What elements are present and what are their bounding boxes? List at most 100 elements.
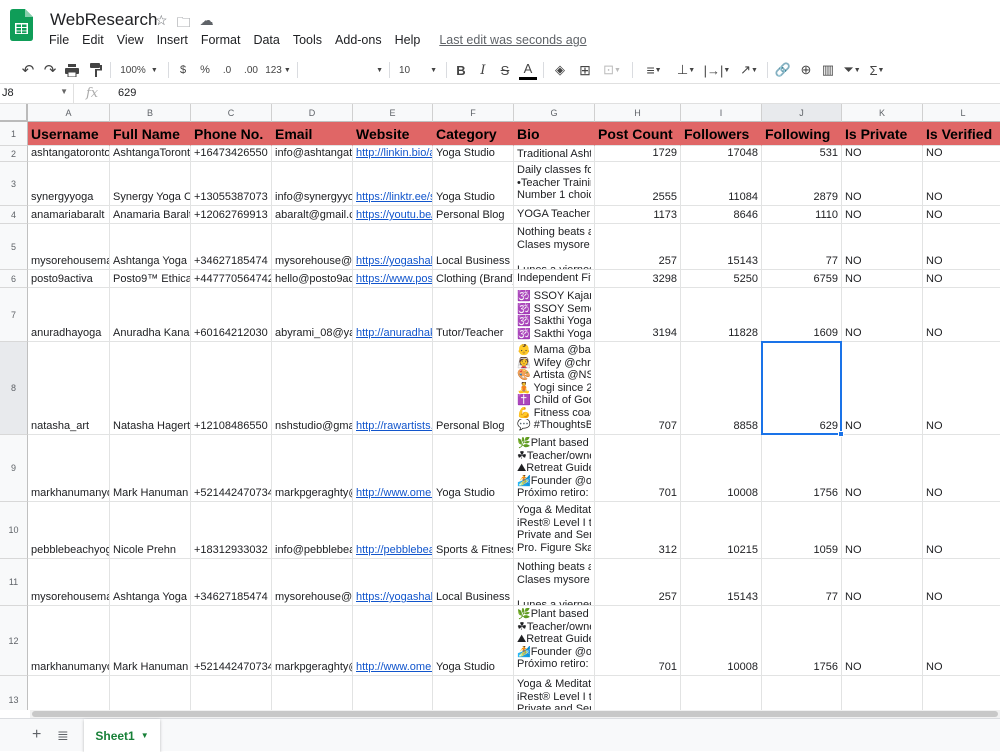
horizontal-scrollbar[interactable] [30,710,1000,718]
cell-g11[interactable]: Nothing beats aClases mysore & Lunes a v… [514,559,595,606]
cell-f3[interactable]: Yoga Studio [433,162,514,206]
cell-h2[interactable]: 1729 [595,146,681,162]
cell-g5[interactable]: Nothing beats aClases mysore & Lunes a v… [514,224,595,270]
text-color-button[interactable]: A [519,60,537,80]
cell-f13[interactable] [433,676,514,710]
column-header-e[interactable]: E [353,104,433,122]
menu-insert[interactable]: Insert [157,33,188,47]
cell-d2[interactable]: info@ashtangatoronto [272,146,353,162]
document-title[interactable]: WebResearch [50,10,157,30]
row-header-6[interactable]: 6 [0,270,28,288]
cell-c9[interactable]: +521442470734 [191,435,272,502]
row-header-4[interactable]: 4 [0,206,28,224]
cell-g13[interactable]: Yoga & MeditatioiRest® Level I tePrivate… [514,676,595,710]
sheet-tab-sheet1[interactable]: Sheet1 ▼ [84,719,160,752]
row-header-9[interactable]: 9 [0,435,28,502]
cell-g8[interactable]: 👶 Mama @bab👰 Wifey @chris🎨 Artista @NSH🧘… [514,342,595,435]
row-header-8[interactable]: 8 [0,342,28,435]
fill-color-icon[interactable]: ◈ [551,56,569,84]
cell-e11[interactable]: https://yogashala [353,559,433,606]
undo-icon[interactable]: ↶ [18,56,38,84]
column-header-g[interactable]: G [514,104,595,122]
cell-f5[interactable]: Local Business [433,224,514,270]
header-cell-l[interactable]: Is Verified [923,122,1000,146]
menu-help[interactable]: Help [395,33,421,47]
menu-view[interactable]: View [117,33,144,47]
percent-format-button[interactable]: % [197,56,213,84]
cell-e13[interactable] [353,676,433,710]
cell-d7[interactable]: abyrami_08@ya [272,288,353,342]
cell-i4[interactable]: 8646 [681,206,762,224]
cell-i9[interactable]: 10008 [681,435,762,502]
header-cell-k[interactable]: Is Private [842,122,923,146]
cell-h7[interactable]: 3194 [595,288,681,342]
header-cell-g[interactable]: Bio [514,122,595,146]
add-sheet-icon[interactable]: + [32,726,41,744]
cell-d11[interactable]: mysorehouse@ [272,559,353,606]
cell-i10[interactable]: 10215 [681,502,762,559]
row-header-5[interactable]: 5 [0,224,28,270]
cell-i12[interactable]: 10008 [681,606,762,676]
column-header-i[interactable]: I [681,104,762,122]
cell-j8[interactable]: 629 [762,342,842,435]
cell-d5[interactable]: mysorehouse@ [272,224,353,270]
cell-a12[interactable]: markhanumanyo [28,606,110,676]
cell-h13[interactable] [595,676,681,710]
cell-j12[interactable]: 1756 [762,606,842,676]
menu-addons[interactable]: Add-ons [335,33,382,47]
cell-c6[interactable]: +447770564742 [191,270,272,288]
cell-c5[interactable]: +34627185474 [191,224,272,270]
menu-format[interactable]: Format [201,33,241,47]
redo-icon[interactable]: ↷ [40,56,60,84]
cell-c11[interactable]: +34627185474 [191,559,272,606]
cell-b3[interactable]: Synergy Yoga C [110,162,191,206]
insert-comment-icon[interactable]: ⊕ [797,56,815,84]
name-box[interactable]: J8 ▼ [0,84,74,104]
cell-b11[interactable]: Ashtanga Yoga [110,559,191,606]
row-header-10[interactable]: 10 [0,502,28,559]
cell-e10[interactable]: http://pebblebea [353,502,433,559]
more-formats-button[interactable]: 123 ▼ [263,56,293,84]
row-header-13[interactable]: 13 [0,676,28,710]
increase-decimal-button[interactable]: .00 [240,56,262,84]
cell-e5[interactable]: https://yogashala [353,224,433,270]
cell-j11[interactable]: 77 [762,559,842,606]
cell-g2[interactable]: Traditional Ashta [514,146,595,162]
cell-k8[interactable]: NO [842,342,923,435]
cell-f8[interactable]: Personal Blog [433,342,514,435]
cell-f6[interactable]: Clothing (Brand) [433,270,514,288]
header-cell-i[interactable]: Followers [681,122,762,146]
cell-i5[interactable]: 15143 [681,224,762,270]
cell-f4[interactable]: Personal Blog [433,206,514,224]
cell-g3[interactable]: Daily classes foc •Teacher Trainin Number … [514,162,595,206]
header-cell-b[interactable]: Full Name [110,122,191,146]
header-cell-f[interactable]: Category [433,122,514,146]
cell-i6[interactable]: 5250 [681,270,762,288]
cell-l3[interactable]: NO [923,162,1000,206]
cell-d3[interactable]: info@synergyyoga [272,162,353,206]
strikethrough-button[interactable]: S [497,56,513,84]
row-header-12[interactable]: 12 [0,606,28,676]
cell-i2[interactable]: 17048 [681,146,762,162]
text-wrapping-icon[interactable]: |→| ▼ [703,56,731,84]
cell-k7[interactable]: NO [842,288,923,342]
cell-d4[interactable]: abaralt@gmail.c [272,206,353,224]
font-size-select[interactable]: 10 ▼ [395,56,441,84]
merge-cells-icon[interactable]: ⊡ ▼ [598,56,626,84]
zoom-select[interactable]: 100% ▼ [116,56,162,84]
cell-k13[interactable] [842,676,923,710]
borders-icon[interactable]: ⊞ [576,56,594,84]
cell-l7[interactable]: NO [923,288,1000,342]
cell-b2[interactable]: AshtangaToronto [110,146,191,162]
cell-k3[interactable]: NO [842,162,923,206]
column-header-a[interactable]: A [28,104,110,122]
cell-b4[interactable]: Anamaria Baralt [110,206,191,224]
cell-f10[interactable]: Sports & Fitness [433,502,514,559]
cell-b6[interactable]: Posto9™ Ethical [110,270,191,288]
cell-h6[interactable]: 3298 [595,270,681,288]
cell-f9[interactable]: Yoga Studio [433,435,514,502]
cell-k9[interactable]: NO [842,435,923,502]
italic-button[interactable]: I [475,56,491,84]
column-header-d[interactable]: D [272,104,353,122]
cell-b13[interactable] [110,676,191,710]
